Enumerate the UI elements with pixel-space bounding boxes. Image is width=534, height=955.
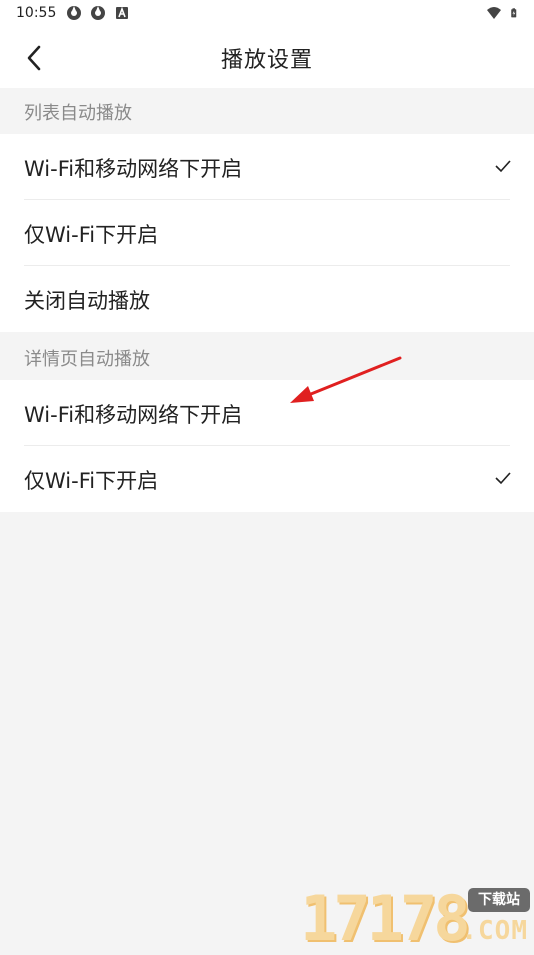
watermark-digits: 17178 xyxy=(300,882,471,955)
status-time: 10:55 xyxy=(16,5,57,21)
app-header: 播放设置 xyxy=(0,28,534,88)
option-group-list-autoplay: Wi-Fi和移动网络下开启 仅Wi-Fi下开启 关闭自动播放 xyxy=(0,134,534,332)
app-notification-icon xyxy=(91,6,105,20)
status-icons-left xyxy=(66,5,130,21)
option-label: 仅Wi-Fi下开启 xyxy=(24,469,159,493)
checkmark-icon xyxy=(495,472,511,485)
option-label: 仅Wi-Fi下开启 xyxy=(24,223,159,247)
annotation-arrow-icon xyxy=(290,356,402,403)
option-detail-wifi-only[interactable]: 仅Wi-Fi下开启 xyxy=(0,446,534,512)
battery-icon xyxy=(511,8,517,18)
watermark-badge: 下载站 xyxy=(468,888,530,912)
checkmark-icon xyxy=(495,160,511,173)
app-notification-icon xyxy=(67,6,81,20)
option-list-off[interactable]: 关闭自动播放 xyxy=(0,266,534,332)
section-title: 详情页自动播放 xyxy=(24,349,150,370)
option-label: 关闭自动播放 xyxy=(24,289,150,313)
status-bar: 10:55 xyxy=(0,0,534,28)
section-header-detail-autoplay: 详情页自动播放 xyxy=(0,334,534,380)
option-group-detail-autoplay: Wi-Fi和移动网络下开启 仅Wi-Fi下开启 xyxy=(0,380,534,512)
site-watermark: 17178 下载站 .COM xyxy=(300,882,532,955)
section-title: 列表自动播放 xyxy=(24,103,132,124)
wifi-icon xyxy=(487,7,501,19)
option-list-wifi-and-mobile[interactable]: Wi-Fi和移动网络下开启 xyxy=(0,134,534,200)
watermark-domain: .COM xyxy=(461,916,528,946)
option-detail-wifi-and-mobile[interactable]: Wi-Fi和移动网络下开启 xyxy=(0,380,534,446)
option-label: Wi-Fi和移动网络下开启 xyxy=(24,403,243,427)
section-header-list-autoplay: 列表自动播放 xyxy=(0,88,534,134)
option-label: Wi-Fi和移动网络下开启 xyxy=(24,157,243,181)
a-badge-icon xyxy=(116,6,128,19)
page-title: 播放设置 xyxy=(220,48,313,73)
option-list-wifi-only[interactable]: 仅Wi-Fi下开启 xyxy=(0,200,534,266)
status-icons-right xyxy=(486,5,520,21)
